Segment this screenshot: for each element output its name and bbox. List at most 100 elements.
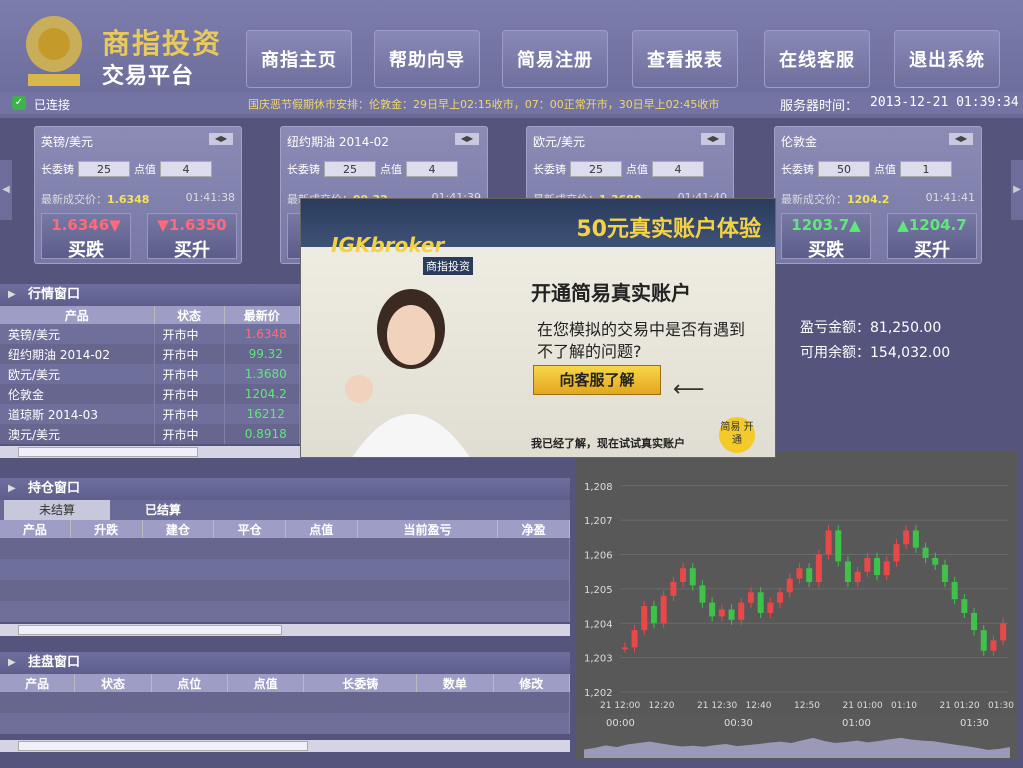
sell-price: 1.6346▼ <box>51 216 121 234</box>
quote-row[interactable]: 纽约期油 2014-02 开市中 99.32 <box>0 344 300 364</box>
orders-col[interactable]: 产品 <box>0 674 76 692</box>
quote-row[interactable]: 伦敦金 开市中 1204.2 <box>0 384 300 404</box>
quote-row[interactable]: 道琼斯 2014-03 开市中 16212 <box>0 404 300 424</box>
col-last[interactable]: 最新价 <box>224 306 300 324</box>
lot-label: 长委铸 <box>533 163 566 176</box>
sell-button[interactable]: 1.6346▼ 买跌 <box>41 213 131 261</box>
overview-tick: 01:30 <box>960 718 989 729</box>
positions-col[interactable]: 建仓 <box>142 520 215 538</box>
buy-button[interactable]: ▲1204.7 买升 <box>887 213 977 261</box>
pv-label: 点值 <box>134 163 156 176</box>
nav-logout-button[interactable]: 退出系统 <box>894 30 1000 88</box>
promo-popup[interactable]: 50元真实账户体验 IGKbroker 商指投资 开通简易真实账户 在您模拟的交… <box>300 198 776 458</box>
orders-title: 挂盘窗口 <box>0 652 570 674</box>
card-title: 英镑/美元 <box>41 135 94 149</box>
buy-label: 买升 <box>174 240 210 261</box>
lot-label: 长委铸 <box>781 163 814 176</box>
y-tick-label: 1,208 <box>584 482 613 493</box>
scroll-left-icon[interactable]: ◀ <box>0 160 12 220</box>
y-tick-label: 1,202 <box>584 688 613 699</box>
orders-col[interactable]: 数单 <box>416 674 494 692</box>
buy-price: ▼1.6350 <box>157 216 227 234</box>
x-tick-label: 12:50 <box>794 701 820 711</box>
positions-scrollbar[interactable] <box>0 624 570 636</box>
nav-reports-button[interactable]: 查看报表 <box>632 30 738 88</box>
candle-bar <box>912 530 919 548</box>
buy-button[interactable]: ▼1.6350 买升 <box>147 213 237 261</box>
pv-select[interactable]: 4 <box>406 161 458 177</box>
lot-select[interactable]: 50 <box>818 161 870 177</box>
positions-col[interactable]: 当前盈亏 <box>357 520 499 538</box>
orders-scrollbar[interactable] <box>0 740 570 752</box>
positions-col[interactable]: 产品 <box>0 520 71 538</box>
candle-bar <box>932 557 939 565</box>
positions-col[interactable]: 净盈 <box>497 520 570 538</box>
last-time: 01:41:41 <box>925 191 975 204</box>
buy-price: ▲1204.7 <box>897 216 967 234</box>
positions-col[interactable]: 升跌 <box>70 520 143 538</box>
last-label: 最新成交价： <box>41 193 107 206</box>
overview-area <box>584 737 1010 758</box>
pv-label: 点值 <box>626 163 648 176</box>
card-nav-icon[interactable]: ◀▶ <box>209 133 233 145</box>
candle-bar <box>728 609 735 620</box>
orders-col[interactable]: 修改 <box>493 674 571 692</box>
candle-bar <box>796 568 803 579</box>
last-price: 1204.2 <box>847 193 890 206</box>
orders-col[interactable]: 点位 <box>151 674 228 692</box>
price-chart[interactable]: 1,208 1,207 1,206 1,205 1,204 1,203 1,202 21 12… <box>576 452 1018 714</box>
col-product[interactable]: 产品 <box>0 306 155 324</box>
quote-row[interactable]: 英镑/美元 开市中 1.6348 <box>0 324 300 344</box>
candle-bar <box>941 564 948 582</box>
pv-select[interactable]: 4 <box>652 161 704 177</box>
lot-select[interactable]: 25 <box>570 161 622 177</box>
nav-support-button[interactable]: 在线客服 <box>764 30 870 88</box>
positions-col[interactable]: 点值 <box>285 520 358 538</box>
candle-bar <box>883 561 890 576</box>
candle-bar <box>825 530 832 555</box>
x-tick-label: 01:10 <box>891 701 917 711</box>
pv-select[interactable]: 1 <box>900 161 952 177</box>
model-person-icon <box>331 279 481 457</box>
nav-register-button[interactable]: 简易注册 <box>502 30 608 88</box>
scroll-right-icon[interactable]: ▶ <box>1011 160 1023 220</box>
lot-select[interactable]: 25 <box>324 161 376 177</box>
contact-support-button[interactable]: 向客服了解 <box>533 365 661 395</box>
sell-button[interactable]: 1203.7▲ 买跌 <box>781 213 871 261</box>
overview-tick: 00:30 <box>724 718 753 729</box>
quote-row[interactable]: 澳元/美元 开市中 0.8918 <box>0 424 300 444</box>
try-real-account-link[interactable]: 我已经了解，现在试试真实账户 <box>531 435 685 451</box>
quote-product: 英镑/美元 <box>0 324 155 344</box>
quote-product: 伦敦金 <box>0 384 155 404</box>
quote-price: 1.6348 <box>224 324 300 344</box>
candle-bar <box>893 544 900 562</box>
nav-home-button[interactable]: 商指主页 <box>246 30 352 88</box>
candle-bar <box>864 557 871 572</box>
card-nav-icon[interactable]: ◀▶ <box>701 133 725 145</box>
orders-col[interactable]: 点值 <box>227 674 305 692</box>
lot-select[interactable]: 25 <box>78 161 130 177</box>
brand-subtitle: 交易平台 <box>102 64 195 89</box>
orders-col[interactable]: 状态 <box>74 674 152 692</box>
promo-question: 在您模拟的交易中是否有遇到不了解的问题? <box>537 320 746 361</box>
overview-tick: 00:00 <box>606 718 635 729</box>
orders-col[interactable]: 长委铸 <box>303 674 418 692</box>
card-nav-icon[interactable]: ◀▶ <box>455 133 479 145</box>
connection-status: 已连接 <box>34 98 71 112</box>
arrow-left-icon: ⟵ <box>673 377 705 402</box>
easy-open-badge[interactable]: 简易 开通 <box>719 417 755 453</box>
tab-open-positions[interactable]: 未结算 <box>4 500 110 520</box>
quote-row[interactable]: 欧元/美元 开市中 1.3680 <box>0 364 300 384</box>
x-tick-label: 12:20 <box>649 701 675 711</box>
col-status[interactable]: 状态 <box>154 306 225 324</box>
pv-select[interactable]: 4 <box>160 161 212 177</box>
positions-col[interactable]: 平仓 <box>213 520 286 538</box>
overview-chart[interactable]: 00:00 00:30 01:00 01:30 <box>576 714 1018 760</box>
candle-bar <box>903 530 910 545</box>
y-tick-label: 1,207 <box>584 516 613 527</box>
nav-help-button[interactable]: 帮助向导 <box>374 30 480 88</box>
server-time-label: 服务器时间： <box>780 99 859 114</box>
card-nav-icon[interactable]: ◀▶ <box>949 133 973 145</box>
quotes-scrollbar[interactable] <box>0 446 300 458</box>
tab-closed-positions[interactable]: 已结算 <box>110 500 216 520</box>
